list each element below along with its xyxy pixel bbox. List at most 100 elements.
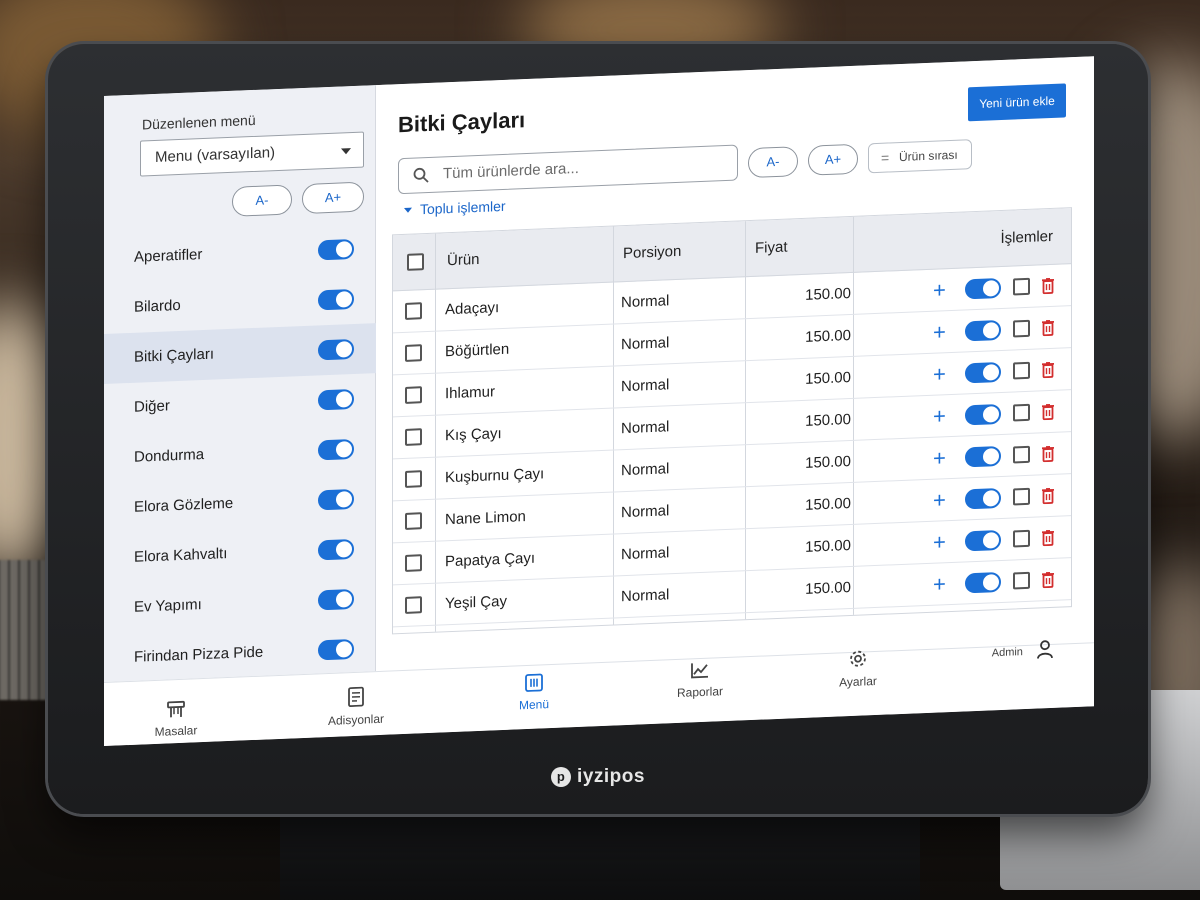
- bulk-actions-toggle[interactable]: Toplu işlemler: [404, 198, 506, 218]
- user-name: Admin: [991, 646, 1023, 660]
- sidebar-item-label: Elora Kahvaltı: [134, 545, 228, 566]
- sidebar-font-increase-button[interactable]: A+: [302, 181, 364, 215]
- product-toggle[interactable]: [965, 277, 1001, 300]
- product-toggle[interactable]: [965, 571, 1001, 594]
- menu-select-value: Menu (varsayılan): [155, 144, 276, 166]
- row-select-checkbox[interactable]: [1013, 487, 1030, 506]
- menu-label: Düzenlenen menü: [142, 111, 256, 133]
- sidebar-item-label: Ev Yapımı: [134, 596, 202, 616]
- font-increase-button[interactable]: A+: [808, 143, 858, 176]
- product-sort-label: Ürün sırası: [899, 147, 958, 165]
- menu-select[interactable]: Menu (varsayılan): [140, 131, 364, 177]
- add-icon[interactable]: +: [933, 437, 946, 480]
- category-toggle[interactable]: [318, 438, 354, 461]
- product-name: Böğürtlen: [445, 340, 510, 361]
- product-name: Kış Çayı: [445, 425, 502, 445]
- category-toggle[interactable]: [318, 588, 354, 611]
- trash-icon[interactable]: [1041, 277, 1055, 300]
- product-portion: Normal: [621, 460, 670, 480]
- row-select-checkbox[interactable]: [1013, 403, 1030, 422]
- product-sort-button[interactable]: = Ürün sırası: [868, 139, 972, 174]
- device-brand-logo: p iyzipos: [48, 766, 1148, 788]
- row-checkbox[interactable]: [405, 554, 422, 572]
- trash-icon[interactable]: [1041, 445, 1055, 468]
- row-select-checkbox[interactable]: [1013, 571, 1030, 590]
- nav-masalar[interactable]: Masalar: [116, 698, 236, 741]
- keyboard-background: [0, 560, 50, 700]
- user-menu[interactable]: Admin: [992, 639, 1054, 662]
- row-select-checkbox[interactable]: [1013, 277, 1030, 296]
- sidebar-font-decrease-button[interactable]: A-: [232, 184, 292, 217]
- row-select-checkbox[interactable]: [1013, 319, 1030, 338]
- header-actions: İşlemler: [1000, 227, 1053, 247]
- trash-icon[interactable]: [1041, 319, 1055, 342]
- new-product-button[interactable]: Yeni ürün ekle: [968, 83, 1066, 122]
- header-product: Ürün: [447, 250, 480, 270]
- product-price: 150.00: [805, 410, 851, 430]
- product-name: Yeşil Çay: [445, 592, 507, 613]
- nav-raporlar[interactable]: Raporlar: [640, 659, 760, 702]
- product-portion: Normal: [621, 292, 670, 312]
- trash-icon[interactable]: [1041, 403, 1055, 426]
- category-toggle[interactable]: [318, 638, 354, 661]
- product-toggle[interactable]: [965, 445, 1001, 468]
- add-icon[interactable]: +: [933, 269, 946, 312]
- search-input[interactable]: Tüm ürünlerde ara...: [398, 144, 738, 195]
- product-portion: Normal: [621, 334, 670, 354]
- monitor-stand: [280, 812, 920, 900]
- product-portion: Normal: [621, 502, 670, 522]
- trash-icon[interactable]: [1041, 361, 1055, 384]
- product-price: 150.00: [805, 326, 851, 346]
- category-toggle[interactable]: [318, 288, 354, 311]
- nav-ayarlar[interactable]: Ayarlar: [798, 646, 918, 691]
- category-toggle[interactable]: [318, 238, 354, 261]
- product-name: Nane Limon: [445, 508, 526, 529]
- add-icon[interactable]: +: [933, 395, 946, 438]
- add-icon[interactable]: +: [933, 521, 946, 564]
- category-toggle[interactable]: [318, 388, 354, 411]
- product-price: 150.00: [805, 452, 851, 472]
- search-icon: [413, 167, 429, 183]
- row-checkbox[interactable]: [405, 386, 422, 404]
- row-checkbox[interactable]: [405, 428, 422, 446]
- row-checkbox[interactable]: [405, 596, 422, 614]
- product-panel: Bitki Çayları Yeni ürün ekle Tüm ürünler…: [376, 56, 1094, 672]
- category-toggle[interactable]: [318, 338, 354, 361]
- row-checkbox[interactable]: [405, 470, 422, 488]
- nav-menu[interactable]: Menü: [474, 671, 594, 714]
- gear-icon: [850, 650, 866, 667]
- trash-icon[interactable]: [1041, 529, 1055, 552]
- category-toggle[interactable]: [318, 538, 354, 561]
- row-checkbox[interactable]: [405, 512, 422, 530]
- product-price: 150.00: [805, 578, 851, 598]
- product-toggle[interactable]: [965, 319, 1001, 342]
- trash-icon[interactable]: [1041, 571, 1055, 594]
- add-icon[interactable]: +: [933, 311, 946, 354]
- nav-adisyonlar[interactable]: Adisyonlar: [296, 684, 416, 729]
- row-select-checkbox[interactable]: [1013, 361, 1030, 380]
- product-portion: Normal: [621, 586, 670, 606]
- add-icon[interactable]: +: [933, 563, 946, 606]
- product-toggle[interactable]: [965, 529, 1001, 552]
- trash-icon[interactable]: [1041, 487, 1055, 510]
- row-checkbox[interactable]: [405, 344, 422, 362]
- add-icon[interactable]: +: [933, 479, 946, 522]
- chart-icon: [691, 663, 708, 679]
- row-checkbox[interactable]: [405, 302, 422, 320]
- sidebar-item-label: Dondurma: [134, 445, 205, 466]
- select-all-checkbox[interactable]: [407, 253, 424, 271]
- sidebar-item-label: Aperatifler: [134, 246, 203, 266]
- product-toggle[interactable]: [965, 487, 1001, 510]
- product-portion: Normal: [621, 544, 670, 564]
- product-name: Papatya Çayı: [445, 549, 536, 571]
- header-price: Fiyat: [755, 238, 788, 257]
- font-decrease-button[interactable]: A-: [748, 146, 798, 179]
- category-sidebar: Düzenlenen menü Menu (varsayılan) A- A+ …: [104, 85, 376, 683]
- row-select-checkbox[interactable]: [1013, 445, 1030, 464]
- product-toggle[interactable]: [965, 361, 1001, 384]
- add-icon[interactable]: +: [933, 353, 946, 396]
- category-toggle[interactable]: [318, 488, 354, 511]
- sidebar-item-label: Elora Gözleme: [134, 494, 234, 516]
- row-select-checkbox[interactable]: [1013, 529, 1030, 548]
- product-toggle[interactable]: [965, 403, 1001, 426]
